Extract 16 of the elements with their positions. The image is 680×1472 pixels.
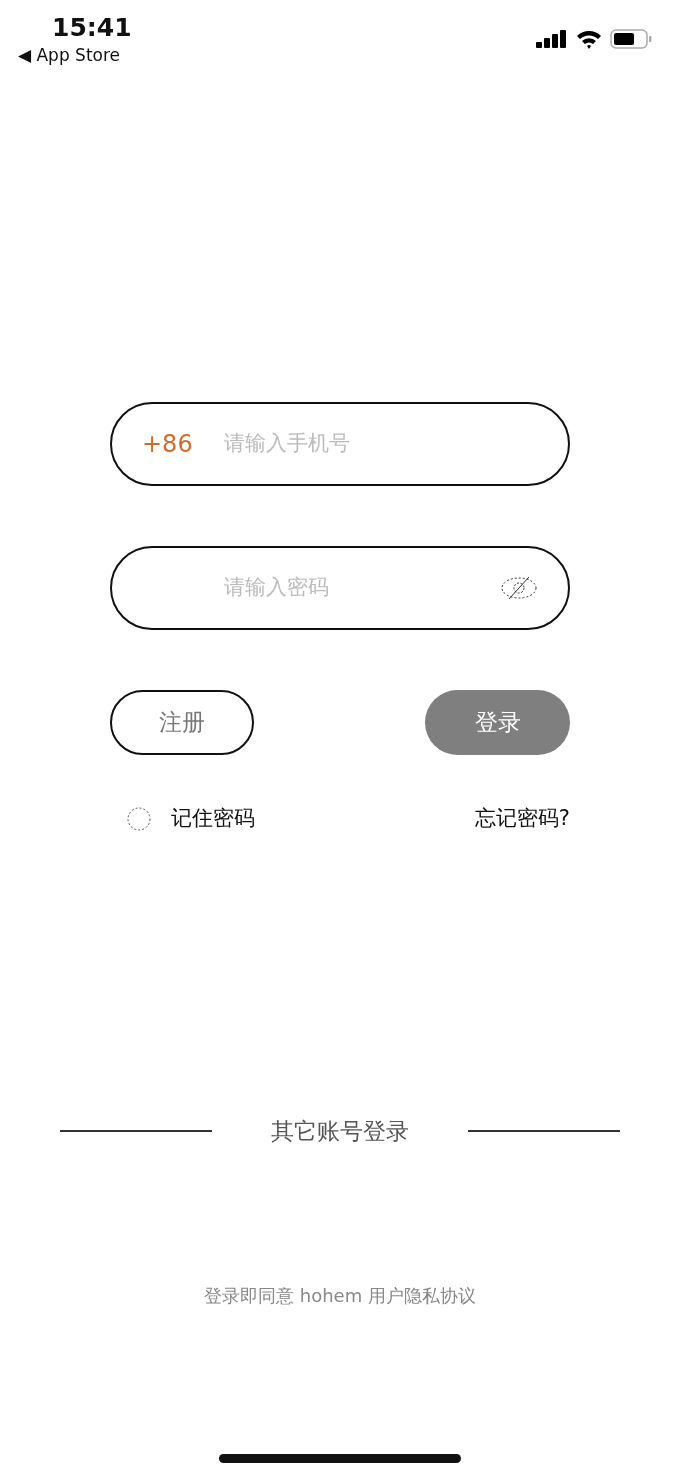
register-button[interactable]: 注册	[110, 690, 254, 755]
password-field[interactable]: 请输入密码	[222, 571, 482, 605]
eye-slash-icon[interactable]	[500, 575, 538, 601]
forgot-password-link[interactable]: 忘记密码?	[474, 803, 570, 835]
wifi-icon	[576, 29, 602, 49]
battery-icon	[610, 29, 652, 49]
phone-field[interactable]: +86 请输入手机号	[110, 402, 570, 486]
status-time: 15:41	[52, 12, 132, 44]
country-code[interactable]: +86	[142, 426, 222, 462]
login-button[interactable]: 登录	[425, 690, 570, 755]
other-login-label: 其它账号登录	[271, 1116, 409, 1146]
agreement-text[interactable]: 登录即同意 hohem 用户隐私协议	[204, 1285, 476, 1306]
signal-icon	[536, 30, 568, 48]
remember-password-label[interactable]: 记住密码	[171, 803, 255, 835]
remember-checkbox[interactable]	[127, 806, 151, 831]
back-link[interactable]: ◀ App Store	[18, 44, 132, 66]
